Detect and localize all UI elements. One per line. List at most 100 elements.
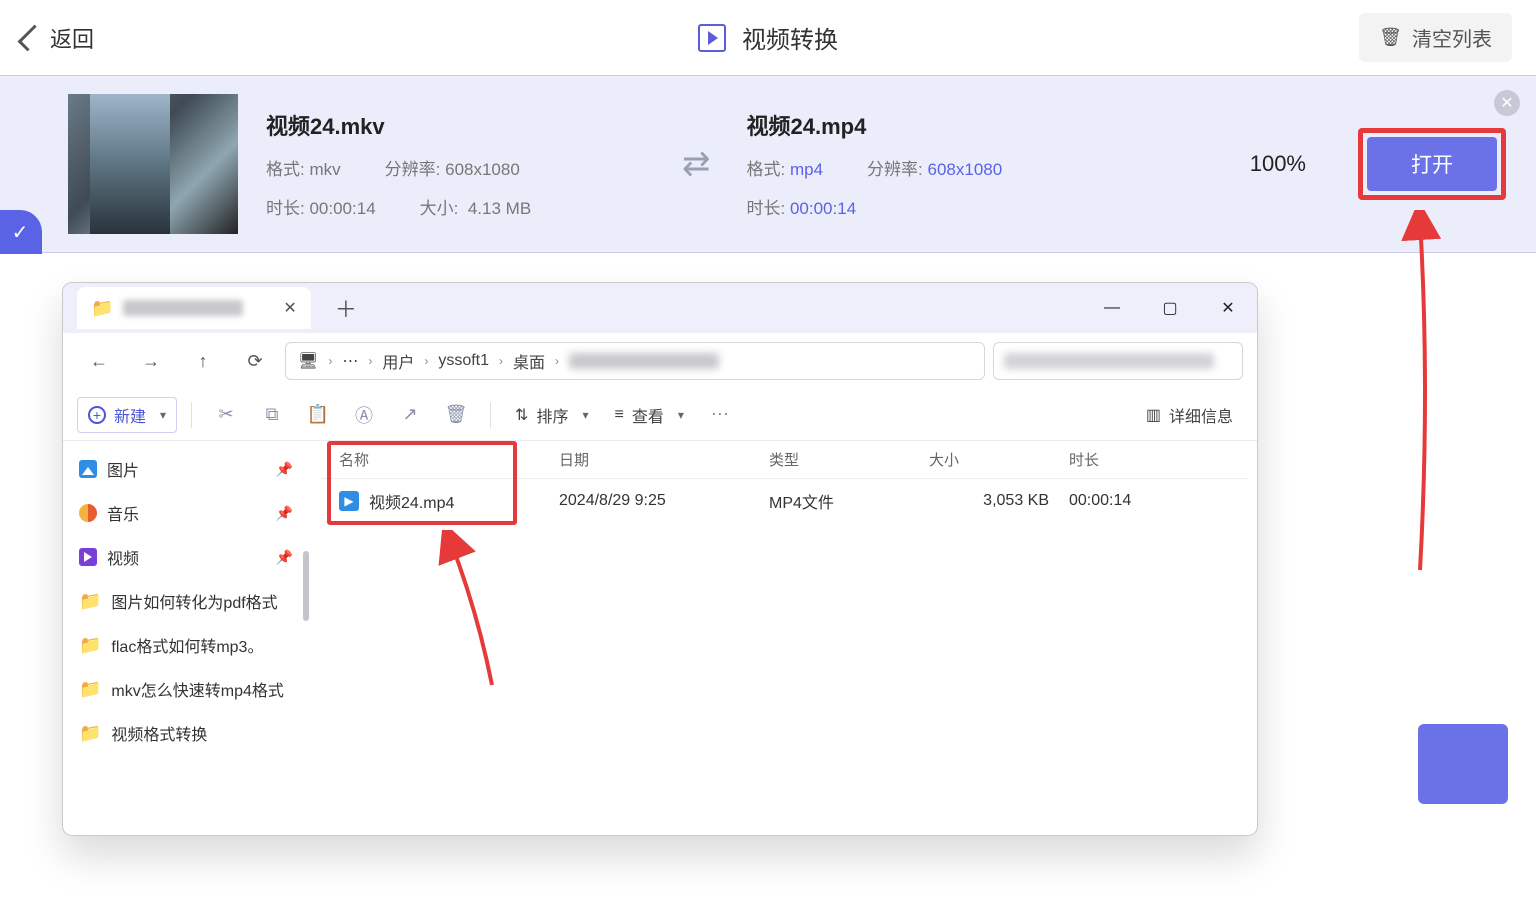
- col-name[interactable]: 名称: [339, 449, 559, 470]
- explorer-titlebar[interactable]: 📁 ✕ ＋ — ▢ ✕: [63, 283, 1257, 333]
- sidebar-item-videos[interactable]: 视频 📌: [67, 535, 307, 579]
- dst-duration: 时长: 00:00:14: [747, 194, 857, 219]
- mp4-file-icon: ▶: [339, 491, 359, 511]
- annotation-arrow-to-open: [1400, 210, 1460, 580]
- target-info: 视频24.mp4 格式: mp4 分辨率: 608x1080 时长: 00:00…: [747, 109, 1087, 219]
- address-breadcrumb[interactable]: 🖥 › ⋯ › 用户 › yssoft1 › 桌面 ›: [285, 342, 985, 380]
- done-badge: ✓: [0, 210, 42, 254]
- window-maximize-button[interactable]: ▢: [1141, 283, 1199, 333]
- explorer-search[interactable]: [993, 342, 1243, 380]
- progress-percent: 100%: [1250, 151, 1306, 177]
- plus-circle-icon: +: [88, 406, 106, 424]
- rename-button[interactable]: Ⓐ: [344, 397, 384, 433]
- pin-icon: 📌: [276, 549, 293, 566]
- primary-action-button[interactable]: [1418, 724, 1508, 804]
- folder-icon: 📁: [79, 591, 101, 612]
- new-button[interactable]: + 新建: [77, 397, 177, 433]
- sort-button[interactable]: ⇅ 排序: [505, 397, 598, 433]
- copy-button[interactable]: ⧉: [252, 397, 292, 433]
- more-button[interactable]: ⋯: [700, 397, 740, 433]
- page-title: 视频转换: [698, 20, 838, 55]
- file-list-area: 名称 日期 类型 大小 时长 ▶ 视频24.mp4 2024/8/29 9:25…: [311, 441, 1257, 835]
- search-placeholder-redacted: [1004, 353, 1214, 369]
- convert-arrow-icon: ⇄: [682, 144, 711, 184]
- clear-label: 清空列表: [1412, 23, 1492, 52]
- paste-button[interactable]: 📋: [298, 397, 338, 433]
- trash-icon: 🗑: [1379, 27, 1402, 48]
- sidebar-item-folder-4[interactable]: 📁 视频格式转换: [67, 711, 307, 755]
- sidebar-item-music[interactable]: 音乐 📌: [67, 491, 307, 535]
- col-type[interactable]: 类型: [769, 449, 929, 470]
- explorer-sidebar: 图片 📌 音乐 📌 视频 📌 📁 图片如何转化为pdf格式 📁 flac格式如何…: [63, 441, 311, 835]
- details-pane-button[interactable]: ▥ 详细信息: [1136, 397, 1243, 433]
- folder-icon: 📁: [91, 298, 113, 319]
- file-name: 视频24.mp4: [369, 489, 454, 513]
- nav-back-button[interactable]: ←: [77, 341, 121, 381]
- tab-title-redacted: [123, 300, 243, 316]
- crumb-ellipsis[interactable]: ⋯: [342, 351, 358, 371]
- explorer-toolbar: + 新建 ✂ ⧉ 📋 Ⓐ ↗ 🗑 ⇅ 排序 ≡ 查看 ⋯ ▥ 详细信息: [63, 389, 1257, 441]
- open-button[interactable]: 打开: [1367, 137, 1497, 191]
- file-explorer-window: 📁 ✕ ＋ — ▢ ✕ ← → ↑ ⟳ 🖥 › ⋯ › 用户 › yssoft1…: [62, 282, 1258, 836]
- share-button[interactable]: ↗: [390, 397, 430, 433]
- folder-icon: 📁: [79, 679, 101, 700]
- window-minimize-button[interactable]: —: [1083, 283, 1141, 333]
- annotation-open-highlight: 打开: [1358, 128, 1506, 200]
- sidebar-item-folder-1[interactable]: 📁 图片如何转化为pdf格式: [67, 579, 307, 623]
- sidebar-item-folder-3[interactable]: 📁 mkv怎么快速转mp4格式: [67, 667, 307, 711]
- explorer-tab[interactable]: 📁 ✕: [77, 287, 311, 329]
- source-filename: 视频24.mkv: [266, 109, 646, 141]
- sidebar-item-pictures[interactable]: 图片 📌: [67, 447, 307, 491]
- crumb-users[interactable]: 用户: [382, 349, 414, 373]
- source-info: 视频24.mkv 格式: mkv 分辨率: 608x1080 时长: 00:00…: [266, 109, 646, 219]
- src-size: 大小: 4.13 MB: [420, 194, 532, 219]
- window-close-button[interactable]: ✕: [1199, 283, 1257, 333]
- folder-icon: 📁: [79, 723, 101, 744]
- chevron-left-icon: [18, 24, 45, 51]
- col-date[interactable]: 日期: [559, 449, 769, 470]
- pin-icon: 📌: [276, 505, 293, 522]
- sidebar-scrollbar[interactable]: [303, 551, 309, 621]
- cut-button[interactable]: ✂: [206, 397, 246, 433]
- col-size[interactable]: 大小: [929, 449, 1069, 470]
- new-tab-button[interactable]: ＋: [335, 292, 357, 324]
- column-headers[interactable]: 名称 日期 类型 大小 时长: [321, 441, 1247, 479]
- back-button[interactable]: 返回: [24, 22, 94, 54]
- crumb-current-redacted: [569, 353, 719, 369]
- col-duration[interactable]: 时长: [1069, 449, 1189, 470]
- back-label: 返回: [50, 22, 94, 54]
- crumb-account[interactable]: yssoft1: [438, 352, 489, 370]
- video-thumbnail: [68, 94, 238, 234]
- nav-refresh-button[interactable]: ⟳: [233, 341, 277, 381]
- file-duration: 00:00:14: [1069, 492, 1189, 510]
- file-date: 2024/8/29 9:25: [559, 492, 769, 510]
- dst-resolution: 分辨率: 608x1080: [867, 155, 1002, 180]
- monitor-icon: 🖥: [298, 351, 318, 371]
- crumb-desktop[interactable]: 桌面: [513, 349, 545, 373]
- nav-forward-button[interactable]: →: [129, 341, 173, 381]
- view-icon: ≡: [615, 406, 624, 424]
- folder-icon: 📁: [79, 635, 101, 656]
- pictures-icon: [79, 460, 97, 478]
- nav-up-button[interactable]: ↑: [181, 341, 225, 381]
- src-resolution: 分辨率: 608x1080: [385, 155, 520, 180]
- sort-icon: ⇅: [515, 405, 528, 425]
- title-text: 视频转换: [742, 20, 838, 55]
- explorer-navbar: ← → ↑ ⟳ 🖥 › ⋯ › 用户 › yssoft1 › 桌面 ›: [63, 333, 1257, 389]
- clear-list-button[interactable]: 🗑 清空列表: [1359, 13, 1512, 62]
- src-format: 格式: mkv: [266, 155, 341, 180]
- play-icon: [698, 24, 726, 52]
- dst-format: 格式: mp4: [747, 155, 824, 180]
- delete-button[interactable]: 🗑: [436, 397, 476, 433]
- view-button[interactable]: ≡ 查看: [605, 397, 694, 433]
- music-icon: [79, 504, 97, 522]
- file-row[interactable]: ▶ 视频24.mp4 2024/8/29 9:25 MP4文件 3,053 KB…: [321, 479, 1247, 523]
- videos-icon: [79, 548, 97, 566]
- remove-row-button[interactable]: ✕: [1494, 90, 1520, 116]
- file-type: MP4文件: [769, 489, 929, 513]
- pin-icon: 📌: [276, 461, 293, 478]
- details-icon: ▥: [1146, 405, 1161, 425]
- sidebar-item-folder-2[interactable]: 📁 flac格式如何转mp3。: [67, 623, 307, 667]
- src-duration: 时长: 00:00:14: [266, 194, 376, 219]
- tab-close-button[interactable]: ✕: [283, 298, 296, 318]
